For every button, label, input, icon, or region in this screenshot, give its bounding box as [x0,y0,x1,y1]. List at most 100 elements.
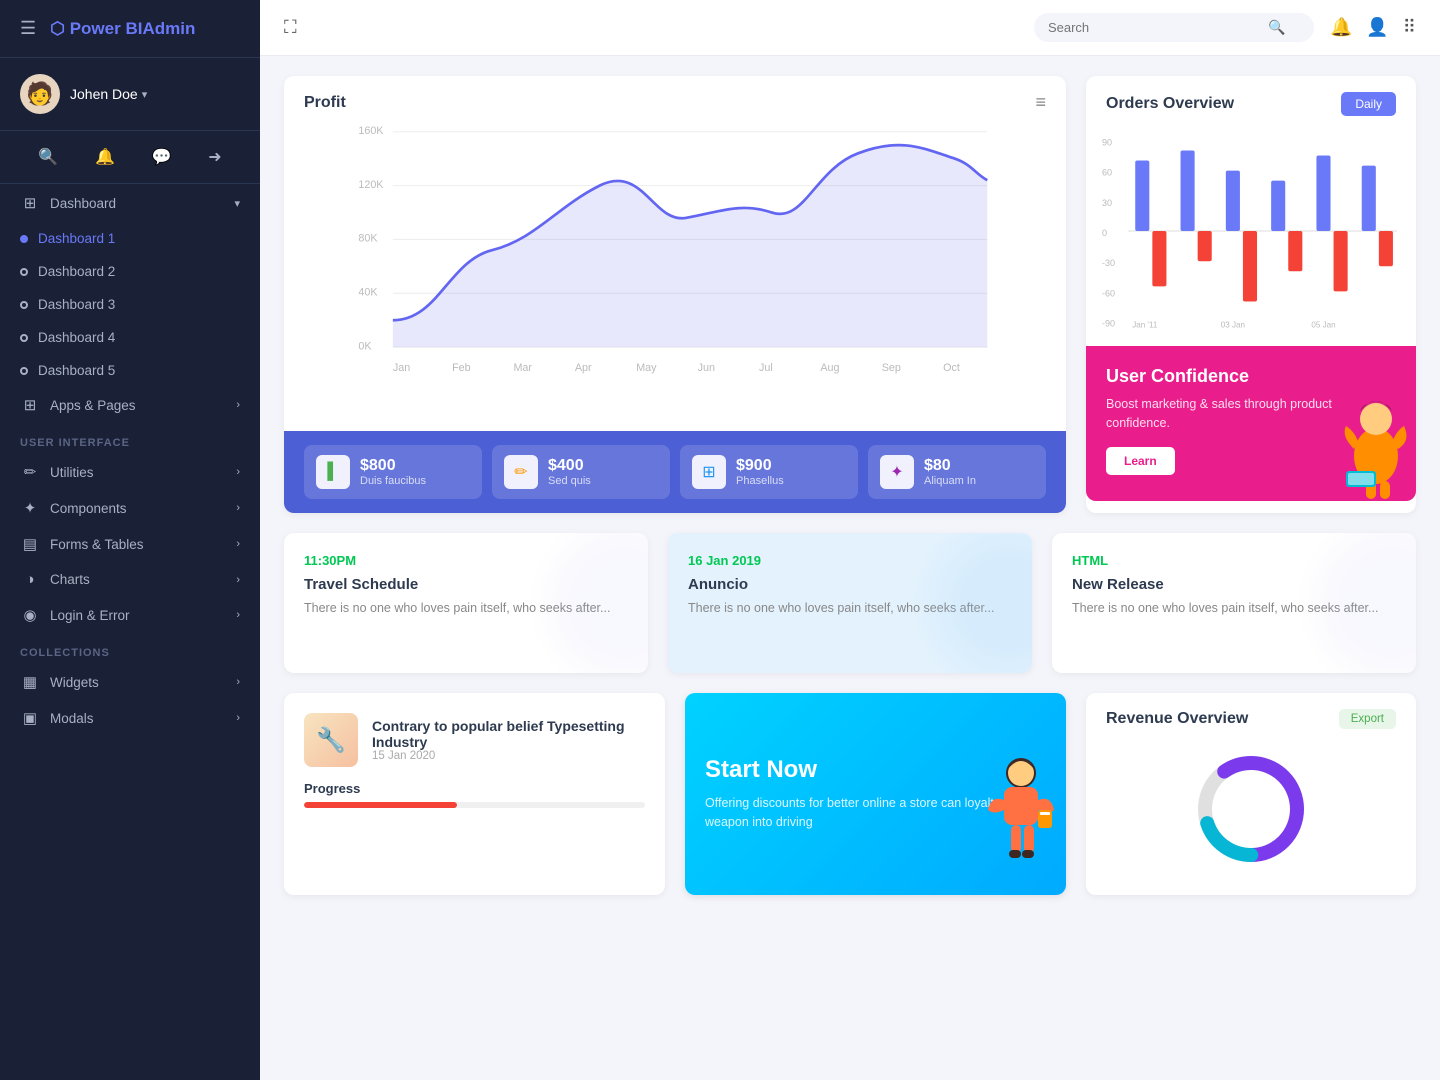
bottom-cards-row: 11:30PM Travel Schedule There is no one … [284,533,1416,673]
widgets-arrow: › [236,676,240,688]
stat-label-3: Aliquam In [924,475,976,487]
sidebar-item-dashboard3[interactable]: Dashboard 3 [0,288,260,321]
sidebar-label-dashboard4: Dashboard 4 [38,330,115,345]
svg-text:05 Jan: 05 Jan [1311,321,1335,330]
bar-blue-3 [1226,171,1240,231]
orders-bar-chart: 90 60 30 0 -30 -60 -90 [1086,126,1416,346]
search-input[interactable] [1048,20,1268,35]
revenue-title: Revenue Overview [1106,710,1248,728]
stat-value-3: $80 [924,457,976,475]
stat-label-1: Sed quis [548,475,591,487]
sidebar-label-login-error: Login & Error [50,608,130,623]
dot-dashboard5 [20,367,28,375]
bell-icon[interactable]: 🔔 [91,143,119,171]
widgets-icon: ▦ [20,673,40,691]
stat-label-0: Duis faucibus [360,475,426,487]
logout-icon[interactable]: ➜ [204,143,225,171]
bar-blue-2 [1181,150,1195,231]
svg-text:Sep: Sep [882,362,901,374]
start-now-illustration [966,745,1066,895]
sidebar-item-dashboard2[interactable]: Dashboard 2 [0,255,260,288]
sidebar-label-charts: Charts [50,572,90,587]
stat-item-1: ✏ $400 Sed quis [492,445,670,499]
sidebar-item-dashboard4[interactable]: Dashboard 4 [0,321,260,354]
daily-button[interactable]: Daily [1341,92,1396,116]
stat-icon-2: ⊞ [692,455,726,489]
svg-text:0K: 0K [358,340,372,352]
topbar-bell-icon[interactable]: 🔔 [1330,17,1352,38]
sidebar-label-apps-pages: Apps & Pages [50,398,136,413]
topbar-actions: 🔔 👤 ⠿ [1330,17,1416,38]
chat-icon[interactable]: 💬 [148,143,176,171]
svg-text:-90: -90 [1102,319,1115,329]
sidebar-item-dashboard5[interactable]: Dashboard 5 [0,354,260,387]
stat-item-2: ⊞ $900 Phasellus [680,445,858,499]
bar-blue-5 [1316,156,1330,232]
dashboard-arrow: ▾ [234,197,240,210]
user-profile[interactable]: 🧑 Johen Doe ▾ [0,58,260,131]
sidebar-dashboard-parent[interactable]: ⊞ Dashboard ▾ [0,184,260,222]
blog-title: Contrary to popular belief Typesetting I… [372,718,645,750]
bar-blue-4 [1271,181,1285,231]
sidebar-label-dashboard2: Dashboard 2 [38,264,115,279]
svg-text:Oct: Oct [943,362,960,374]
sidebar-item-widgets[interactable]: ▦ Widgets › [0,664,260,700]
sidebar-item-components[interactable]: ✦ Components › [0,490,260,526]
sidebar-label-forms-tables: Forms & Tables [50,537,144,552]
sidebar-item-charts[interactable]: ◑ Charts › [0,562,260,597]
hamburger-icon[interactable]: ☰ [20,18,36,39]
revenue-header: Revenue Overview Export [1106,709,1396,729]
blog-date: 15 Jan 2020 [372,750,645,762]
dot-dashboard3 [20,301,28,309]
progress-label: Progress [304,781,645,796]
modals-icon: ▣ [20,709,40,727]
sidebar-item-apps-pages[interactable]: ⊞ Apps & Pages › [0,387,260,423]
export-button[interactable]: Export [1339,709,1396,729]
svg-text:-60: -60 [1102,288,1115,298]
svg-text:120K: 120K [358,179,384,191]
stat-item-3: ✦ $80 Aliquam In [868,445,1046,499]
expand-icon[interactable]: ⛶ [284,17,297,38]
svg-text:60: 60 [1102,168,1112,178]
login-error-arrow: › [236,609,240,621]
search-bar[interactable]: 🔍 [1034,13,1314,42]
bar-red-3 [1243,231,1257,301]
search-icon: 🔍 [1268,19,1285,36]
revenue-card: Revenue Overview Export [1086,693,1416,895]
orders-card: Orders Overview Daily 90 60 30 0 -30 -60… [1086,76,1416,513]
svg-text:-30: -30 [1102,258,1115,268]
charts-arrow: › [236,574,240,586]
svg-text:0: 0 [1102,228,1107,238]
stat-item-0: ▌ $800 Duis faucibus [304,445,482,499]
profit-chart: 160K 120K 80K 40K 0K Jan Feb [284,121,1066,431]
learn-button[interactable]: Learn [1106,447,1175,475]
stat-icon-1: ✏ [504,455,538,489]
progress-bar-fill [304,802,457,808]
sidebar-dashboard-label: Dashboard [50,196,116,211]
topbar-apps-icon[interactable]: ⠿ [1403,17,1416,38]
sidebar-item-dashboard1[interactable]: Dashboard 1 [0,222,260,255]
progress-bar-bg [304,802,645,808]
search-icon[interactable]: 🔍 [34,143,62,171]
sidebar-item-modals[interactable]: ▣ Modals › [0,700,260,736]
new-release-card: HTML New Release There is no one who lov… [1052,533,1416,673]
blog-header: 🔧 Contrary to popular belief Typesetting… [304,713,645,767]
profit-menu-icon[interactable]: ≡ [1035,92,1046,113]
sidebar-item-login-error[interactable]: ◉ Login & Error › [0,597,260,633]
svg-text:Jan: Jan [393,362,410,374]
dashboard-icon: ⊞ [20,194,40,212]
svg-text:Apr: Apr [575,362,592,374]
stat-value-0: $800 [360,457,426,475]
sidebar-label-widgets: Widgets [50,675,99,690]
dot-dashboard4 [20,334,28,342]
confidence-illustration [1316,381,1416,501]
svg-text:30: 30 [1102,198,1112,208]
stat-icon-3: ✦ [880,455,914,489]
profit-card-header: Profit ≡ [284,76,1066,121]
sidebar-item-forms-tables[interactable]: ▤ Forms & Tables › [0,526,260,562]
sidebar-label-components: Components [50,501,127,516]
stat-value-1: $400 [548,457,591,475]
topbar-user-icon[interactable]: 👤 [1366,17,1388,38]
sidebar-item-utilities[interactable]: ✏ Utilities › [0,454,260,490]
sidebar: ☰ ⬡ Power BIAdmin 🧑 Johen Doe ▾ 🔍 🔔 💬 ➜ … [0,0,260,1080]
